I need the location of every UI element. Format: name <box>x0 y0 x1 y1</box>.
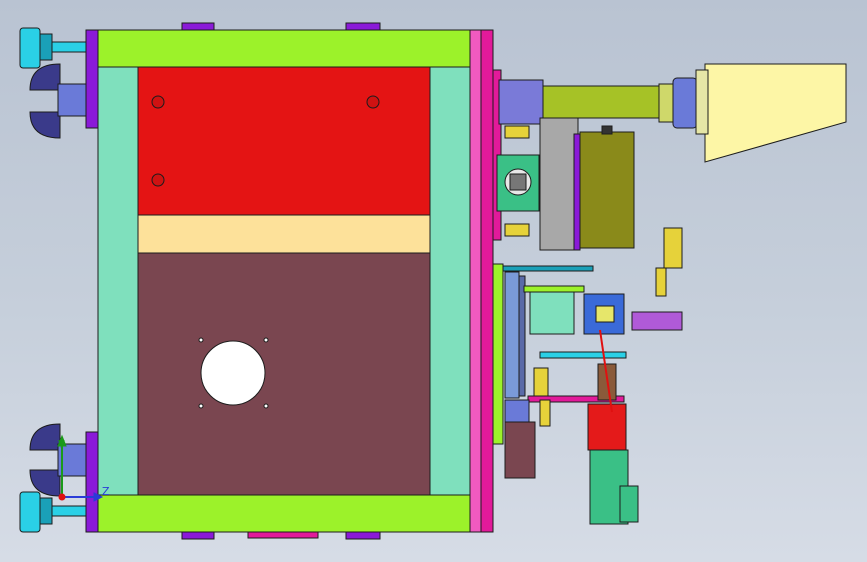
magenta-plate-inner <box>469 29 482 533</box>
right-aqua-panel <box>429 65 471 497</box>
gray-bracket <box>539 117 579 251</box>
bottom-tab-2 <box>247 531 319 539</box>
yellow-pin-1 <box>504 125 530 139</box>
lower-maroon-plate <box>137 252 431 496</box>
mold-body[interactable] <box>97 22 471 540</box>
column-inner <box>518 275 526 397</box>
slide-block <box>529 291 575 335</box>
vertical-column <box>504 271 520 399</box>
bottom-green-frame <box>97 494 471 533</box>
top-tab-1 <box>181 22 215 31</box>
bottom-tab-3 <box>345 531 381 540</box>
hopper-neck <box>695 69 709 135</box>
dome-bottom-1 <box>29 423 61 451</box>
arm-shaft <box>542 85 662 119</box>
axis-y-label: Y <box>58 438 65 451</box>
cyan-knob-top <box>19 27 41 69</box>
olive-gearbox <box>579 131 635 249</box>
top-tab-2 <box>345 22 381 31</box>
right-plates[interactable] <box>469 29 504 533</box>
axis-z-label: Z <box>102 485 110 498</box>
valve-dial-core <box>509 173 527 191</box>
magenta-plate-outer <box>480 29 494 533</box>
arm-collar <box>658 83 674 123</box>
slide-frame <box>523 285 585 293</box>
arm-hub <box>498 79 544 125</box>
red-plate-hole-2 <box>151 173 165 187</box>
top-green-frame <box>97 29 471 68</box>
dome-holder-top <box>57 83 87 117</box>
bolt-hole-4 <box>263 403 269 409</box>
purple-strip <box>573 133 581 251</box>
cad-viewport[interactable]: Z Y <box>0 0 867 562</box>
right-side-cylinder <box>663 227 683 269</box>
center-bore <box>200 340 266 406</box>
clamp-plate-bottom <box>85 431 99 533</box>
cyan-flange-bottom <box>39 497 53 525</box>
yellow-bolt-a <box>533 367 549 397</box>
cylinder-rod <box>655 267 667 297</box>
gearbox-cap <box>601 125 613 135</box>
assembly-drawing <box>19 22 847 540</box>
upper-red-plate <box>137 66 431 216</box>
bolt-hole-1 <box>198 337 204 343</box>
motor-red <box>587 403 627 451</box>
lower-mount-plate <box>492 263 504 445</box>
slider-core <box>595 305 615 323</box>
cyan-beam <box>539 351 627 359</box>
red-plate-hole-1 <box>151 95 165 109</box>
violet-piston <box>631 311 683 331</box>
lower-mechanism[interactable] <box>502 227 683 525</box>
bottom-tab-1 <box>181 531 215 540</box>
dome-top-2 <box>29 111 61 139</box>
bolt-hole-3 <box>198 403 204 409</box>
arm-flange <box>672 77 698 129</box>
left-small-motor <box>504 421 536 479</box>
motor-foot <box>619 485 639 523</box>
clamp-plate-top <box>85 29 99 129</box>
gearbox-assembly[interactable] <box>496 117 635 251</box>
beige-strip <box>137 214 431 254</box>
left-aqua-panel <box>97 65 139 497</box>
red-plate-hole-3 <box>366 95 380 109</box>
teal-rail <box>502 265 594 272</box>
cyan-flange-top <box>39 33 53 61</box>
bolt-hole-2 <box>263 337 269 343</box>
left-clamp-top[interactable] <box>19 27 99 139</box>
axis-origin <box>58 493 66 501</box>
yellow-pin-2 <box>504 223 530 237</box>
yellow-bolt-b <box>539 399 551 427</box>
hopper <box>704 63 847 163</box>
cyan-knob-bottom <box>19 491 41 533</box>
left-small-motor-cap <box>504 399 530 423</box>
